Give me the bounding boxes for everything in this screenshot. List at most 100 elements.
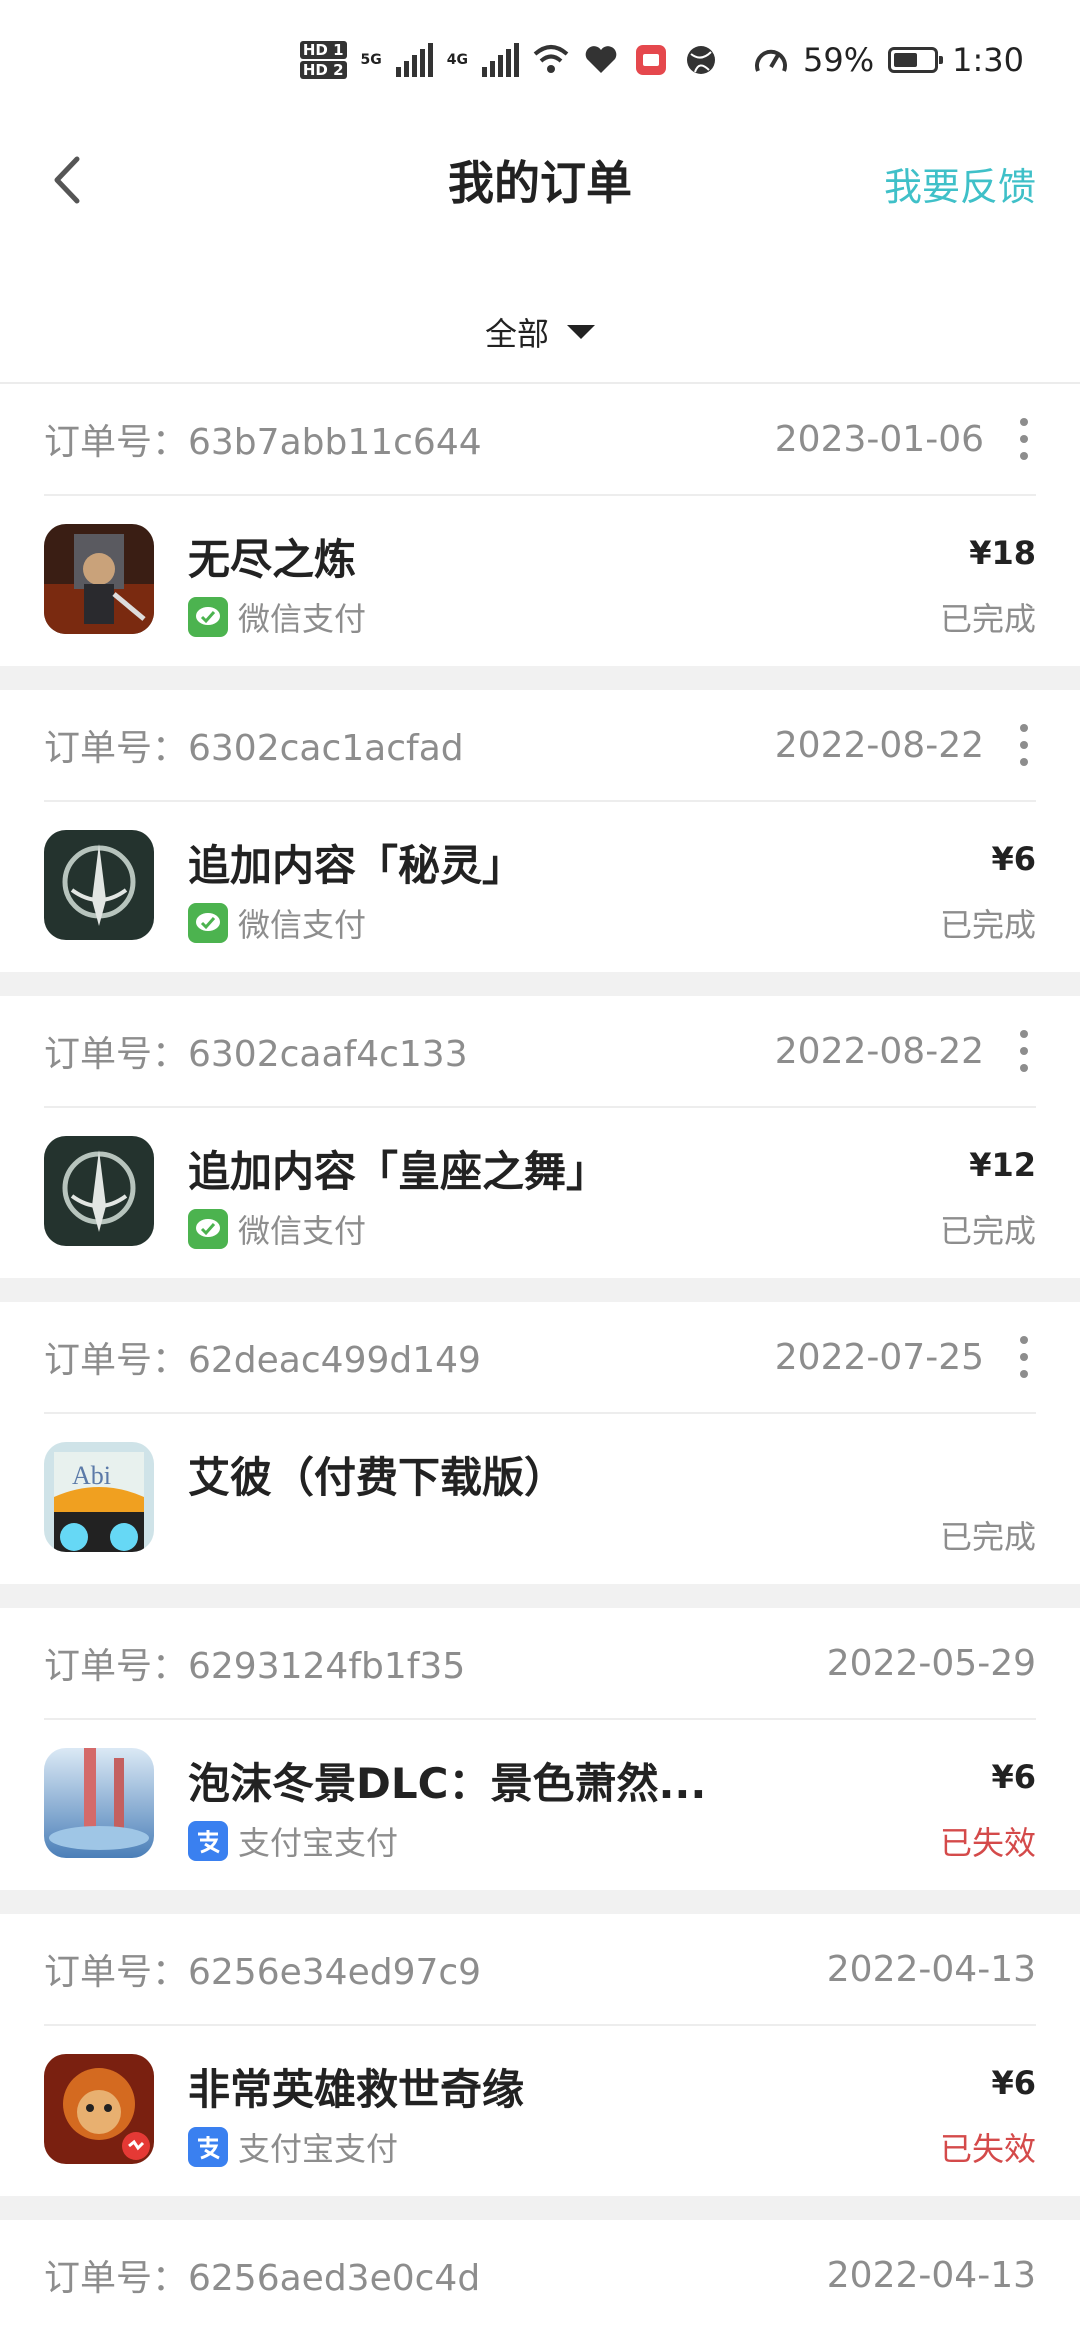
more-options-button[interactable] [1012,1021,1036,1081]
order-date: 2022-05-29 [826,1642,1036,1684]
payment-label: 支付宝支付 [238,2130,399,2168]
order-status: 已完成 [939,600,1036,638]
payment-label: 微信支付 [238,906,367,944]
order-header: 订单号：6256e34ed97c9 2022-04-13 [44,1914,1036,2026]
more-options-button[interactable] [1012,409,1036,469]
wechat-pay-icon [188,597,228,637]
network-4g-label: 4G [446,52,469,68]
more-options-button[interactable] [1012,715,1036,775]
order-card[interactable]: 订单号：6256e34ed97c9 2022-04-13 非常英雄救世奇缘 支付… [0,1914,1080,2196]
alipay-icon [188,2127,228,2167]
order-price: ¥6 [991,2064,1036,2102]
product-name: 艾彼（付费下载版） [188,1453,567,1502]
order-body: 无尽之炼 微信支付 ¥18 已完成 [44,496,1036,666]
order-date: 2022-07-25 [774,1336,984,1378]
order-number: 订单号：6302cac1acfad [44,728,464,769]
card-gap [0,2196,1080,2220]
globe-icon [683,42,719,78]
product-name: 无尽之炼 [188,535,357,584]
order-header: 订单号：6293124fb1f35 2022-05-29 [44,1608,1036,1720]
order-body: 泡沫冬景DLC：景色萧然... 支付宝支付 ¥6 已失效 [44,1720,1036,1890]
order-number: 订单号：6256e34ed97c9 [44,1952,482,1993]
order-date: 2022-08-22 [774,1030,984,1072]
order-status: 已完成 [939,1518,1036,1556]
payment-method: 微信支付 [188,1206,366,1252]
payment-method: 支付宝支付 [188,2124,398,2170]
wifi-icon [533,42,569,78]
network-5g-label: 5G [360,52,382,68]
wechat-pay-icon [188,903,228,943]
wechat-pay-icon [188,1209,228,1249]
payment-method: 微信支付 [188,900,366,946]
back-button[interactable] [36,150,96,210]
order-price: ¥6 [991,840,1036,878]
battery-percent: 59% [803,41,875,79]
order-card[interactable]: 订单号：62deac499d149 2022-07-25 Abi 艾彼（付费下载… [0,1302,1080,1584]
product-name: 追加内容「秘灵」 [188,841,525,890]
clock-time: 1:30 [952,41,1024,79]
order-body: 追加内容「秘灵」 微信支付 ¥6 已完成 [44,802,1036,972]
payment-label: 微信支付 [238,1212,367,1250]
order-header: 订单号：6302cac1acfad 2022-08-22 [44,690,1036,802]
order-card[interactable]: 订单号：6302caaf4c133 2022-08-22 追加内容「皇座之舞」 … [0,996,1080,1278]
order-status: 已完成 [939,906,1036,944]
filter-dropdown[interactable]: 全部 [0,282,1080,382]
order-card[interactable]: 订单号：63b7abb11c644 2023-01-06 无尽之炼 微信支付 ¥… [0,384,1080,666]
caret-down-icon [567,325,595,339]
payment-label: 微信支付 [238,600,367,638]
app-header: 我的订单 我要反馈 [0,120,1080,240]
order-body: 非常英雄救世奇缘 支付宝支付 ¥6 已失效 [44,2026,1036,2196]
chevron-left-icon [54,156,80,204]
product-name: 泡沫冬景DLC：景色萧然... [188,1759,707,1808]
status-bar: HD 1 HD 2 5G 4G 59% 1:30 [0,0,1080,120]
signal-icon [395,43,433,77]
order-number: 订单号：6256aed3e0c4d [44,2258,481,2299]
order-status: 已失效 [939,1824,1036,1862]
order-body: Abi 艾彼（付费下载版） 已完成 [44,1414,1036,1584]
game-icon-abi: Abi [44,1442,154,1552]
order-number: 订单号：62deac499d149 [44,1340,481,1381]
order-status: 已完成 [939,1212,1036,1250]
speedometer-icon [753,42,789,78]
order-price: ¥18 [969,534,1036,572]
battery-icon [888,47,944,73]
alipay-icon [188,1821,228,1861]
order-number: 订单号：6302caaf4c133 [44,1034,468,1075]
hd-badge: HD 1 HD 2 [299,40,347,80]
product-name: 非常英雄救世奇缘 [188,2065,525,2114]
product-name: 追加内容「皇座之舞」 [188,1147,609,1196]
order-number: 订单号：6293124fb1f35 [44,1646,466,1687]
hd2-label: HD 2 [299,61,347,79]
game-icon-blasphemous [44,1136,154,1246]
card-gap [0,972,1080,996]
hd1-label: HD 1 [299,41,347,59]
payment-method: 微信支付 [188,594,366,640]
game-icon-wujin [44,524,154,634]
order-price: ¥12 [969,1146,1036,1184]
signal-icon [482,43,520,77]
order-status: 已失效 [939,2130,1036,2168]
order-header: 订单号：6256aed3e0c4d 2022-04-13 [44,2220,1036,2330]
svg-text:Abi: Abi [72,1461,111,1490]
heart-icon [583,42,619,78]
feedback-link[interactable]: 我要反馈 [884,156,1036,211]
game-icon-blasphemous [44,830,154,940]
game-icon-unruly-heroes [44,2054,154,2164]
order-list: 订单号：63b7abb11c644 2023-01-06 无尽之炼 微信支付 ¥… [0,384,1080,2350]
filter-label: 全部 [484,315,549,353]
order-card[interactable]: 订单号：6293124fb1f35 2022-05-29 泡沫冬景DLC：景色萧… [0,1608,1080,1890]
order-card[interactable]: 订单号：6256aed3e0c4d 2022-04-13 [0,2220,1080,2350]
order-date: 2022-04-13 [826,2254,1036,2296]
order-date: 2022-04-13 [826,1948,1036,1990]
order-date: 2023-01-06 [774,418,984,460]
payment-label: 支付宝支付 [238,1824,399,1862]
order-header: 订单号：62deac499d149 2022-07-25 [44,1302,1036,1414]
page-title: 我的订单 [448,156,632,210]
app-notification-icon [633,42,669,78]
order-body: 追加内容「皇座之舞」 微信支付 ¥12 已完成 [44,1108,1036,1278]
order-date: 2022-08-22 [774,724,984,766]
more-options-button[interactable] [1012,1327,1036,1387]
order-card[interactable]: 订单号：6302cac1acfad 2022-08-22 追加内容「秘灵」 微信… [0,690,1080,972]
card-gap [0,1890,1080,1914]
card-gap [0,1278,1080,1302]
